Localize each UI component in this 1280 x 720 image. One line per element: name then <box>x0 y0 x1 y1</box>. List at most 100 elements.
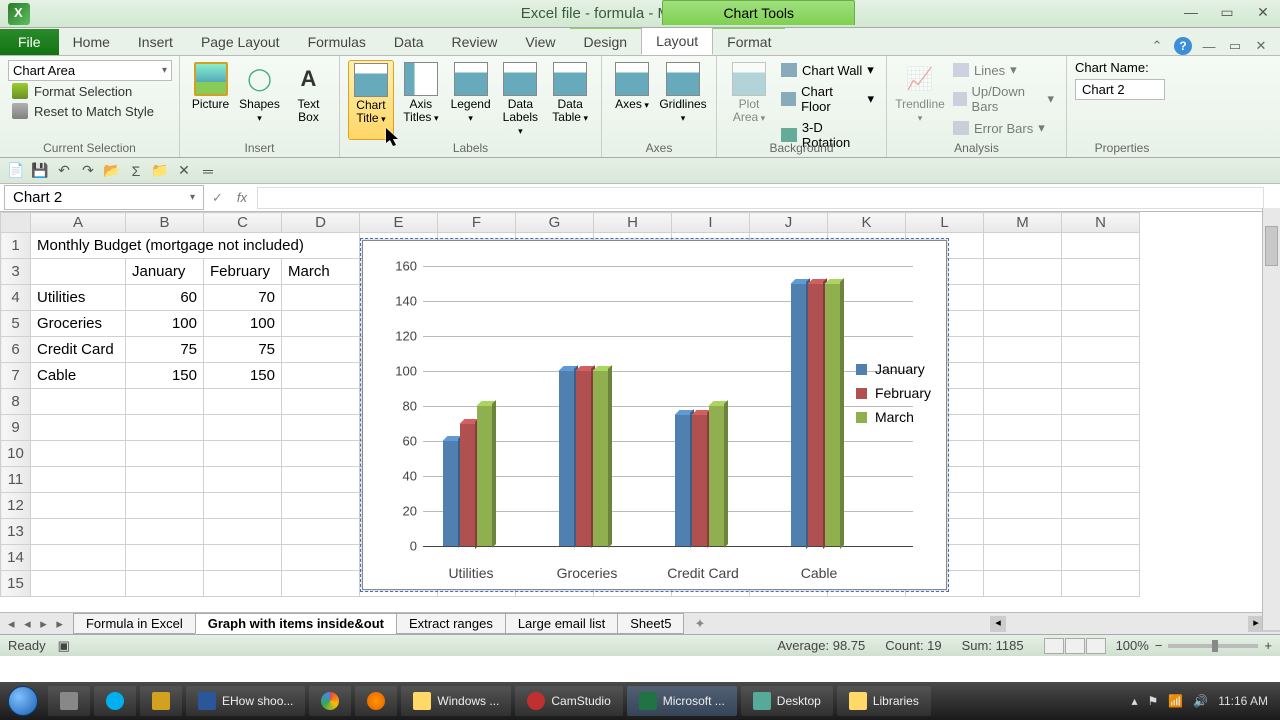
cell[interactable] <box>126 415 204 441</box>
taskbar-chrome[interactable] <box>309 686 351 716</box>
taskbar-explorer[interactable]: Windows ... <box>401 686 511 716</box>
cell[interactable]: 100 <box>126 311 204 337</box>
cell[interactable] <box>126 389 204 415</box>
legend-item[interactable]: January <box>856 361 931 377</box>
format-selection-button[interactable]: Format Selection <box>8 81 171 101</box>
cell[interactable] <box>984 259 1062 285</box>
chart-bar[interactable] <box>460 424 475 547</box>
tab-format[interactable]: Format <box>713 26 785 55</box>
cell[interactable] <box>31 415 126 441</box>
cell[interactable] <box>984 467 1062 493</box>
formula-input[interactable] <box>257 187 1264 209</box>
chart-bar[interactable] <box>576 371 591 546</box>
cell[interactable] <box>282 389 360 415</box>
sheet-tab[interactable]: Sheet5 <box>617 613 684 634</box>
redo-icon[interactable]: ↷ <box>80 163 96 179</box>
row-header[interactable]: 14 <box>1 545 31 571</box>
cell[interactable] <box>126 545 204 571</box>
macro-record-icon[interactable]: ▣ <box>58 638 70 654</box>
cell[interactable] <box>31 571 126 597</box>
cell[interactable] <box>126 519 204 545</box>
cell[interactable] <box>204 467 282 493</box>
row-header[interactable]: 12 <box>1 493 31 519</box>
col-header[interactable]: E <box>360 213 438 233</box>
cell[interactable] <box>1062 259 1140 285</box>
minimize-button[interactable]: — <box>1182 4 1200 20</box>
cell[interactable] <box>1062 467 1140 493</box>
chart-bar[interactable] <box>825 284 840 547</box>
row-header[interactable]: 6 <box>1 337 31 363</box>
chart-element-selector[interactable]: Chart Area <box>8 60 172 81</box>
col-header[interactable]: G <box>516 213 594 233</box>
cell[interactable] <box>984 441 1062 467</box>
cell[interactable] <box>1062 233 1140 259</box>
workbook-minimize-icon[interactable]: — <box>1200 37 1218 55</box>
cell[interactable]: January <box>126 259 204 285</box>
sheet-nav-buttons[interactable]: ◂ ◂ ▸ ▸ <box>0 616 74 632</box>
cell[interactable] <box>984 415 1062 441</box>
col-header[interactable]: C <box>204 213 282 233</box>
embedded-chart[interactable]: 020406080100120140160 UtilitiesGroceries… <box>362 240 947 590</box>
cell[interactable] <box>31 467 126 493</box>
cell[interactable]: Groceries <box>31 311 126 337</box>
tab-data[interactable]: Data <box>380 29 438 55</box>
plot-area-button[interactable]: Plot Area <box>725 60 773 152</box>
cell[interactable] <box>984 285 1062 311</box>
tab-design[interactable]: Design <box>570 26 642 55</box>
cell[interactable] <box>204 571 282 597</box>
folder-icon[interactable]: 📁 <box>152 163 168 179</box>
legend-item[interactable]: March <box>856 409 931 425</box>
new-icon[interactable]: 📄 <box>8 163 24 179</box>
cell[interactable]: 150 <box>126 363 204 389</box>
tab-formulas[interactable]: Formulas <box>294 29 380 55</box>
col-header[interactable]: I <box>672 213 750 233</box>
cell[interactable] <box>31 519 126 545</box>
legend-item[interactable]: February <box>856 385 931 401</box>
cell[interactable] <box>282 467 360 493</box>
cell[interactable]: 75 <box>204 337 282 363</box>
col-header[interactable]: A <box>31 213 126 233</box>
row-header[interactable]: 8 <box>1 389 31 415</box>
tray-network-icon[interactable]: 📶 <box>1168 694 1183 708</box>
cell[interactable] <box>984 311 1062 337</box>
chart-bar[interactable] <box>443 441 458 546</box>
cell[interactable] <box>31 493 126 519</box>
cell[interactable] <box>984 571 1062 597</box>
cell[interactable] <box>204 493 282 519</box>
cell[interactable] <box>204 415 282 441</box>
gridlines-button[interactable]: Gridlines <box>658 60 708 126</box>
cell[interactable] <box>1062 363 1140 389</box>
chart-bar[interactable] <box>709 406 724 546</box>
tab-page-layout[interactable]: Page Layout <box>187 29 294 55</box>
cell[interactable] <box>282 311 360 337</box>
taskbar-item[interactable] <box>48 686 90 716</box>
col-header[interactable]: L <box>906 213 984 233</box>
data-labels-button[interactable]: Data Labels <box>497 60 543 140</box>
chart-bar[interactable] <box>791 284 806 547</box>
tab-view[interactable]: View <box>511 29 569 55</box>
name-box[interactable]: Chart 2 <box>4 185 204 210</box>
cell[interactable] <box>126 571 204 597</box>
tab-home[interactable]: Home <box>59 29 124 55</box>
data-table-button[interactable]: Data Table <box>547 60 593 140</box>
cell[interactable]: Utilities <box>31 285 126 311</box>
cell[interactable] <box>126 493 204 519</box>
legend-button[interactable]: Legend <box>448 60 494 140</box>
taskbar-skype[interactable] <box>94 686 136 716</box>
col-header[interactable]: F <box>438 213 516 233</box>
tab-file[interactable]: File <box>0 29 59 55</box>
cell[interactable]: March <box>282 259 360 285</box>
row-header[interactable]: 3 <box>1 259 31 285</box>
cell[interactable] <box>31 259 126 285</box>
cell[interactable]: February <box>204 259 282 285</box>
cell[interactable] <box>1062 285 1140 311</box>
taskbar-libraries[interactable]: Libraries <box>837 686 931 716</box>
insert-function-icon[interactable]: ✓ <box>208 190 227 206</box>
view-buttons[interactable] <box>1044 638 1106 654</box>
cell[interactable] <box>1062 337 1140 363</box>
chart-bar[interactable] <box>675 415 690 546</box>
cell[interactable] <box>984 337 1062 363</box>
row-header[interactable]: 13 <box>1 519 31 545</box>
cell[interactable]: Credit Card <box>31 337 126 363</box>
row-header[interactable]: 11 <box>1 467 31 493</box>
